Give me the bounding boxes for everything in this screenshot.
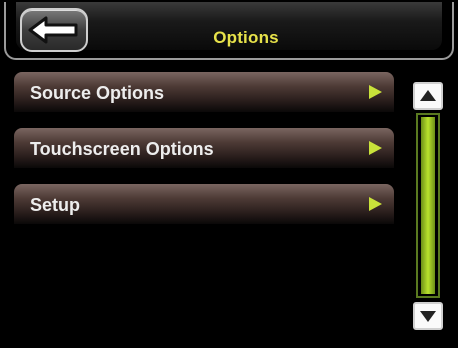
menu-item-label: Touchscreen Options	[30, 139, 214, 159]
header: Options	[4, 2, 454, 60]
back-button[interactable]	[20, 8, 88, 52]
options-screen: Options Source Options Touchscreen Optio…	[0, 0, 458, 348]
scroll-up-icon	[420, 90, 436, 101]
chevron-right-icon	[369, 141, 382, 155]
scroll-up-button[interactable]	[413, 82, 443, 110]
menu-item-source-options[interactable]: Source Options	[14, 72, 394, 112]
scrollbar-thumb[interactable]	[421, 117, 435, 294]
scrollbar-track[interactable]	[416, 113, 440, 298]
chevron-right-icon	[369, 85, 382, 99]
page-title: Options	[213, 28, 279, 47]
menu-item-setup[interactable]: Setup	[14, 184, 394, 224]
scroll-down-button[interactable]	[413, 302, 443, 330]
chevron-right-icon	[369, 197, 382, 211]
back-arrow-icon	[28, 16, 78, 44]
menu-item-label: Source Options	[30, 83, 165, 103]
scroll-down-icon	[420, 311, 436, 322]
menu-item-touchscreen-options[interactable]: Touchscreen Options	[14, 128, 394, 168]
menu-item-label: Setup	[30, 195, 81, 215]
